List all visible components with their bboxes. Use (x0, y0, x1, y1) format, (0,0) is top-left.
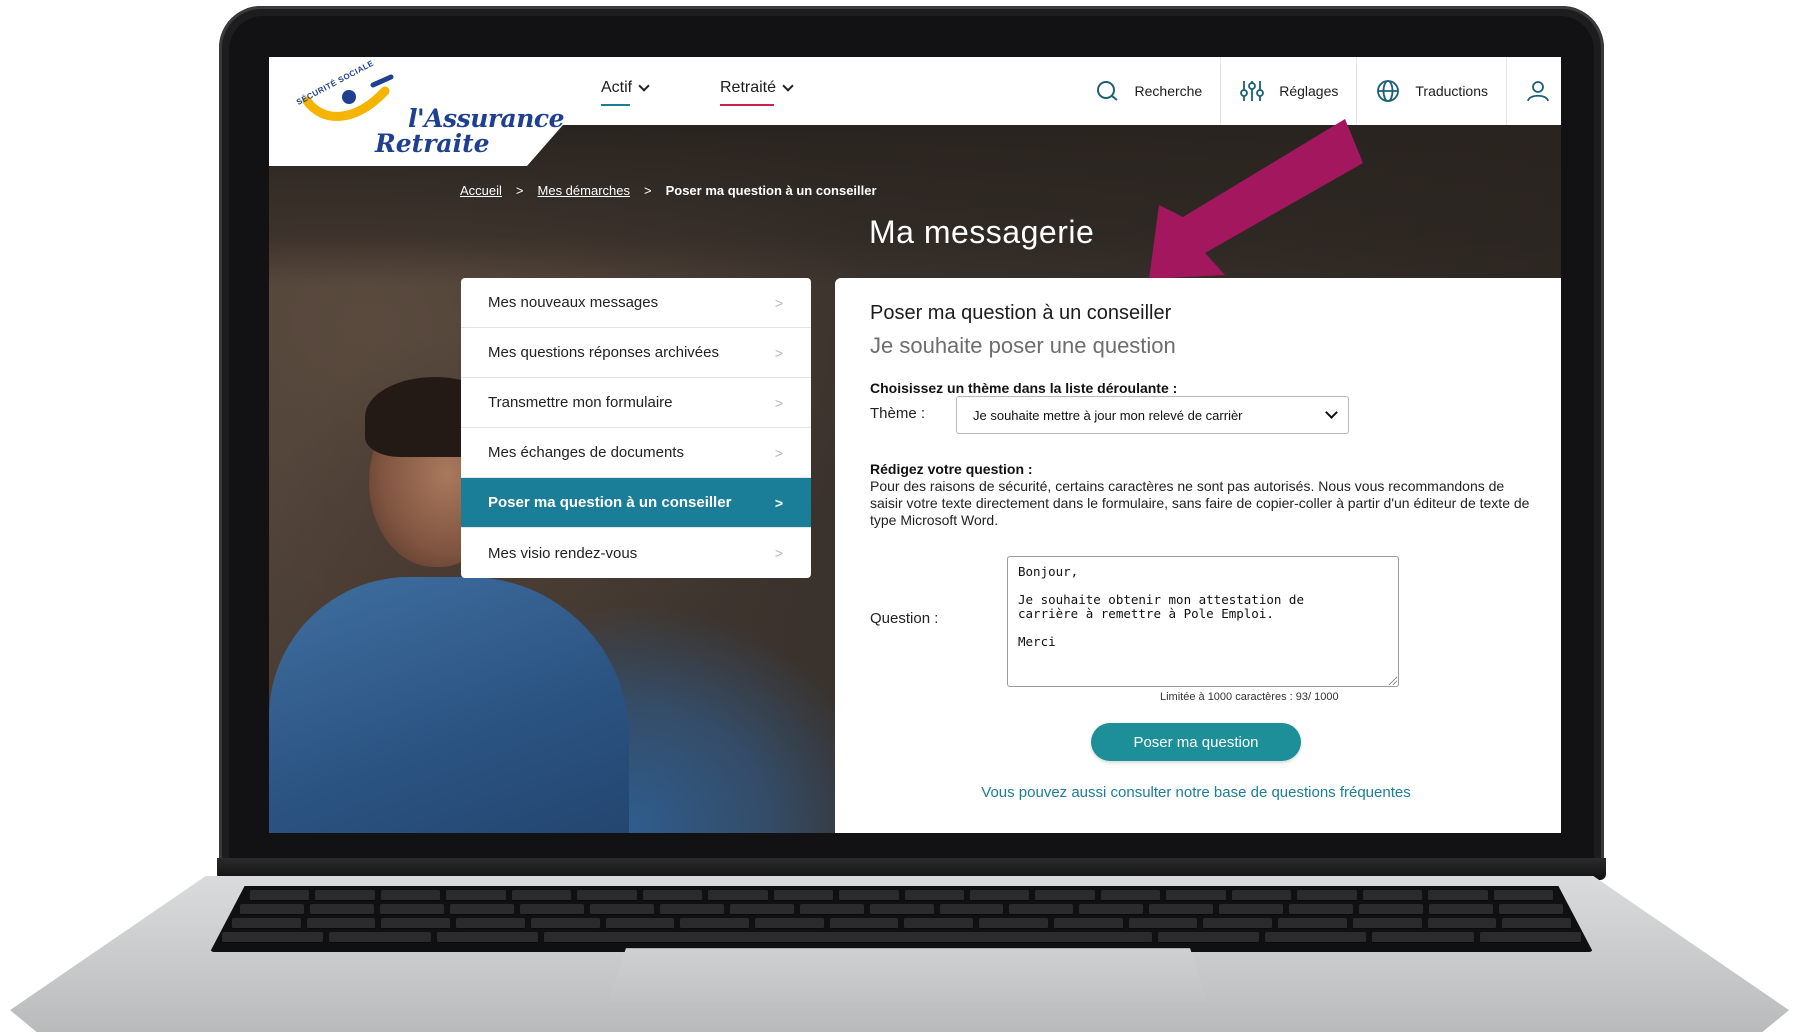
chevron-down-icon (638, 79, 650, 92)
search-label: Recherche (1134, 83, 1203, 99)
side-menu-item-form[interactable]: Transmettre mon formulaire > (461, 378, 811, 428)
breadcrumb-home[interactable]: Accueil (460, 183, 502, 198)
laptop-keyboard (210, 886, 1593, 952)
assurance-retraite-logo[interactable]: SÉCURITÉ SOCIALE l'Assurance Retraite (293, 59, 565, 158)
chevron-down-icon (782, 79, 794, 92)
nav-retraite-label: Retraité (720, 79, 777, 96)
chevron-down-icon (1325, 406, 1338, 419)
form-subtitle: Je souhaite poser une question (870, 333, 1176, 358)
form-title: Poser ma question à un conseiller (870, 302, 1172, 324)
question-form-card: Poser ma question à un conseiller Je sou… (835, 278, 1561, 833)
account-tool[interactable] (1506, 57, 1561, 125)
side-menu-item-new-messages[interactable]: Mes nouveaux messages > (461, 278, 811, 328)
theme-label: Thème : (870, 405, 926, 422)
breadcrumb-current: Poser ma question à un conseiller (665, 183, 877, 198)
header-tools: Recherche Réglages Traductions (1077, 57, 1561, 125)
chevron-right-icon: > (774, 444, 783, 461)
question-label: Question : (870, 610, 939, 627)
theme-select[interactable]: Je souhaite mettre à jour mon relevé de … (956, 396, 1349, 434)
page-title: Ma messagerie (869, 214, 1095, 250)
nav-actif-underline (601, 104, 631, 106)
side-menu-item-label: Transmettre mon formulaire (488, 394, 673, 411)
side-menu-item-visio[interactable]: Mes visio rendez-vous > (461, 528, 811, 578)
translations-tool[interactable]: Traductions (1356, 57, 1506, 125)
logo-text-line2: Retraite (375, 129, 490, 158)
chevron-right-icon: > (774, 294, 783, 311)
nav-actif-label: Actif (601, 79, 633, 96)
key-row (210, 932, 1593, 943)
nav-retraite[interactable]: Retraité (720, 79, 794, 106)
resize-handle-icon[interactable] (1387, 675, 1397, 685)
user-icon (1527, 81, 1549, 102)
side-menu-item-label: Mes nouveaux messages (488, 294, 659, 311)
nav-retraite-underline (720, 104, 775, 106)
side-menu-item-label: Mes échanges de documents (488, 444, 684, 461)
search-icon (1096, 81, 1118, 101)
side-menu-item-label: Mes questions réponses archivées (488, 344, 719, 361)
key-row (210, 890, 1593, 901)
key-row (210, 918, 1593, 929)
translations-label: Traductions (1415, 83, 1488, 99)
key-row (210, 904, 1593, 915)
arrow-pointer-icon (1149, 119, 1363, 279)
browser-screen: Actif Retraité Recherche Réglages Traduc… (269, 57, 1561, 833)
trackpad (608, 948, 1208, 1003)
side-menu-item-documents[interactable]: Mes échanges de documents > (461, 428, 811, 478)
sliders-icon (1240, 81, 1265, 101)
character-counter: Limitée à 1000 caractères : 93/ 1000 (1160, 691, 1339, 703)
security-note: Pour des raisons de sécurité, certains c… (870, 478, 1530, 528)
logo-plate: SÉCURITÉ SOCIALE l'Assurance Retraite (269, 57, 569, 166)
theme-select-value: Je souhaite mettre à jour mon relevé de … (973, 407, 1243, 423)
settings-label: Réglages (1279, 83, 1339, 99)
theme-instruction: Choisissez un thème dans la liste déroul… (870, 380, 1178, 396)
side-menu-item-ask-advisor[interactable]: Poser ma question à un conseiller > (461, 478, 811, 528)
nav-actif[interactable]: Actif (601, 79, 650, 106)
breadcrumb-demarches[interactable]: Mes démarches (538, 183, 630, 198)
settings-tool[interactable]: Réglages (1220, 57, 1356, 125)
breadcrumb: Accueil > Mes démarches > Poser ma quest… (460, 183, 877, 198)
search-tool[interactable]: Recherche (1077, 57, 1221, 125)
write-question-label: Rédigez votre question : (870, 461, 1033, 477)
side-menu-item-label: Mes visio rendez-vous (488, 544, 638, 562)
side-menu-item-label: Poser ma question à un conseiller (488, 494, 732, 511)
globe-icon (1377, 80, 1400, 102)
breadcrumb-separator: > (515, 183, 524, 198)
chevron-right-icon: > (774, 545, 783, 561)
side-menu-item-archived[interactable]: Mes questions réponses archivées > (461, 328, 811, 378)
breadcrumb-separator: > (644, 183, 652, 198)
submit-question-button[interactable]: Poser ma question (1091, 723, 1301, 761)
chevron-right-icon: > (774, 344, 783, 361)
question-textarea[interactable]: Bonjour, Je souhaite obtenir mon attesta… (1007, 556, 1399, 687)
messaging-side-menu: Mes nouveaux messages > Mes questions ré… (461, 278, 811, 578)
chevron-right-icon: > (774, 494, 783, 511)
faq-link[interactable]: Vous pouvez aussi consulter notre base d… (945, 784, 1447, 801)
chevron-right-icon: > (774, 394, 783, 411)
